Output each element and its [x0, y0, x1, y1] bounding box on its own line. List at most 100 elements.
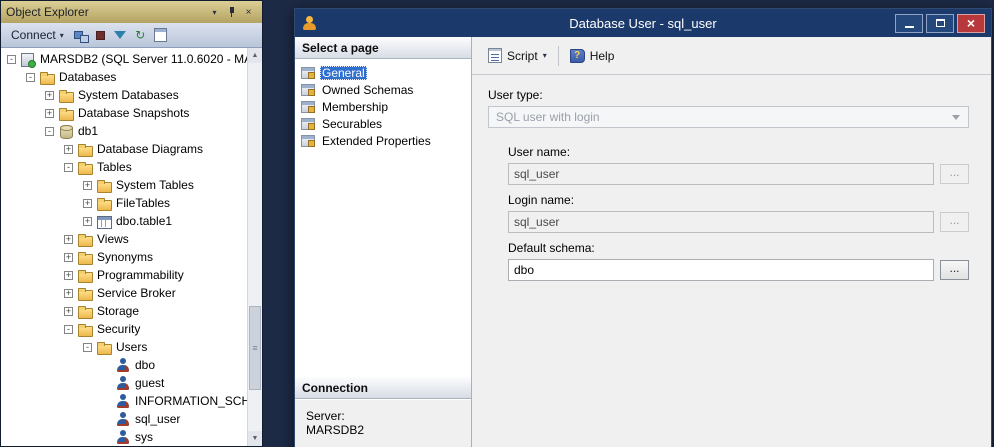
folder-icon: [77, 322, 93, 336]
close-button[interactable]: ×: [957, 14, 985, 33]
tree-item-label: Database Snapshots: [78, 106, 189, 120]
tree-item-system-databases[interactable]: +System Databases: [1, 86, 262, 104]
tree-indent: [1, 77, 26, 78]
tree-indent: [1, 203, 83, 204]
page-item-label: General: [320, 66, 367, 80]
tree-item-storage[interactable]: + Storage: [1, 302, 262, 320]
tree-indent: [1, 131, 45, 132]
expand-icon[interactable]: +: [64, 235, 73, 244]
expand-icon[interactable]: +: [83, 217, 92, 226]
expand-icon[interactable]: +: [83, 181, 92, 190]
tree-item-sql-user[interactable]: sql_user: [1, 410, 262, 428]
tree-item-programmability[interactable]: +Programmability: [1, 266, 262, 284]
collapse-icon[interactable]: -: [45, 127, 54, 136]
expand-icon[interactable]: +: [45, 109, 54, 118]
tree-item-service-broker[interactable]: +Service Broker: [1, 284, 262, 302]
page-icon: [301, 118, 315, 130]
connect-button[interactable]: Connect ▾: [6, 26, 69, 44]
login-name-label: Login name:: [508, 193, 969, 207]
caption-buttons: ×: [895, 14, 985, 33]
collapse-icon[interactable]: -: [64, 163, 73, 172]
tree-indent: [1, 383, 102, 384]
tree-item-database-snapshots[interactable]: + Database Snapshots: [1, 104, 262, 122]
report-icon[interactable]: [152, 27, 169, 44]
tree-item-information-schem[interactable]: INFORMATION_SCHEM: [1, 392, 262, 410]
tree-item-label: Tables: [97, 160, 132, 174]
scroll-down-icon[interactable]: ▼: [248, 431, 262, 446]
tree-item-db1[interactable]: -db1: [1, 122, 262, 140]
dialog-title: Database User - sql_user: [295, 16, 991, 31]
page-item-extended-properties[interactable]: Extended Properties: [298, 132, 468, 149]
folder-icon: [77, 304, 93, 318]
page-item-owned-schemas[interactable]: Owned Schemas: [298, 81, 468, 98]
minimize-button[interactable]: [895, 14, 923, 33]
stop-icon[interactable]: [92, 27, 109, 44]
tree-item-users[interactable]: -Users: [1, 338, 262, 356]
page-item-membership[interactable]: Membership: [298, 98, 468, 115]
dialog-toolbar: Script ▾ ? Help: [472, 37, 991, 75]
disconnect-icon[interactable]: [72, 27, 89, 44]
scrollbar-thumb[interactable]: ≡: [249, 306, 261, 390]
maximize-button[interactable]: [926, 14, 954, 33]
dialog-titlebar[interactable]: Database User - sql_user ×: [295, 9, 991, 37]
collapse-icon[interactable]: -: [26, 73, 35, 82]
object-explorer-title: Object Explorer: [6, 5, 206, 19]
collapse-icon[interactable]: -: [7, 55, 16, 64]
tree-item-label: Security: [97, 322, 140, 336]
connect-dropdown-icon: ▾: [60, 31, 64, 40]
dialog-body: Select a page GeneralOwned SchemasMember…: [295, 37, 991, 447]
refresh-icon[interactable]: ↻: [132, 27, 149, 44]
tree-indent: [1, 311, 64, 312]
expand-icon[interactable]: +: [64, 253, 73, 262]
tree-item-system-tables[interactable]: +System Tables: [1, 176, 262, 194]
tree-indent: [1, 239, 64, 240]
help-button[interactable]: ? Help: [566, 46, 619, 66]
minimize-icon: [905, 26, 914, 28]
window-position-icon[interactable]: ▾: [206, 4, 223, 20]
tree-item-dbo-table1[interactable]: +dbo.table1: [1, 212, 262, 230]
tree-item-label: Storage: [97, 304, 139, 318]
tree-item-dbo[interactable]: dbo: [1, 356, 262, 374]
user-type-combobox: SQL user with login: [488, 106, 969, 128]
script-button[interactable]: Script ▾: [484, 45, 551, 66]
folder-icon: [96, 196, 112, 210]
tree-item-sys[interactable]: sys: [1, 428, 262, 446]
page-item-general[interactable]: General: [298, 64, 468, 81]
dialog-content-pane: Script ▾ ? Help User type: SQL user with…: [472, 37, 991, 447]
tree-item-databases[interactable]: -Databases: [1, 68, 262, 86]
expand-icon[interactable]: +: [64, 307, 73, 316]
scroll-up-icon[interactable]: ▲: [248, 48, 262, 63]
tree-indent: [1, 275, 64, 276]
tree-item-guest[interactable]: guest: [1, 374, 262, 392]
script-dropdown-icon[interactable]: ▾: [543, 51, 547, 60]
close-icon: ×: [967, 16, 975, 30]
tree-item-filetables[interactable]: +FileTables: [1, 194, 262, 212]
tree-item-tables[interactable]: - Tables: [1, 158, 262, 176]
collapse-icon[interactable]: -: [64, 325, 73, 334]
expand-icon[interactable]: +: [64, 271, 73, 280]
default-schema-field[interactable]: dbo: [508, 259, 934, 281]
tree-item-synonyms[interactable]: +Synonyms: [1, 248, 262, 266]
page-item-securables[interactable]: Securables: [298, 115, 468, 132]
tree-scrollbar[interactable]: ▲ ≡ ▼: [247, 48, 262, 446]
identity-group: User name: sql_user ... Login name: sql_…: [508, 145, 969, 281]
page-icon: [301, 84, 315, 96]
filter-icon[interactable]: [112, 27, 129, 44]
auto-hide-pin-icon[interactable]: [223, 4, 240, 20]
close-icon[interactable]: ×: [240, 4, 257, 20]
tree-item-security[interactable]: - Security: [1, 320, 262, 338]
tree-item-views[interactable]: + Views: [1, 230, 262, 248]
expand-icon[interactable]: +: [83, 199, 92, 208]
tree-item-marsdb2-sql-server-11-0-6020-marsd[interactable]: -MARSDB2 (SQL Server 11.0.6020 - MARSD: [1, 50, 262, 68]
tree-item-label: Views: [97, 232, 129, 246]
tree-item-database-diagrams[interactable]: +Database Diagrams: [1, 140, 262, 158]
expand-icon[interactable]: +: [45, 91, 54, 100]
default-schema-browse-button[interactable]: ...: [940, 260, 969, 280]
user-name-field: sql_user: [508, 163, 934, 185]
expander-spacer: [102, 379, 111, 388]
expand-icon[interactable]: +: [64, 289, 73, 298]
collapse-icon[interactable]: -: [83, 343, 92, 352]
tree-indent: [1, 365, 102, 366]
expand-icon[interactable]: +: [64, 145, 73, 154]
tree-indent: [1, 95, 45, 96]
